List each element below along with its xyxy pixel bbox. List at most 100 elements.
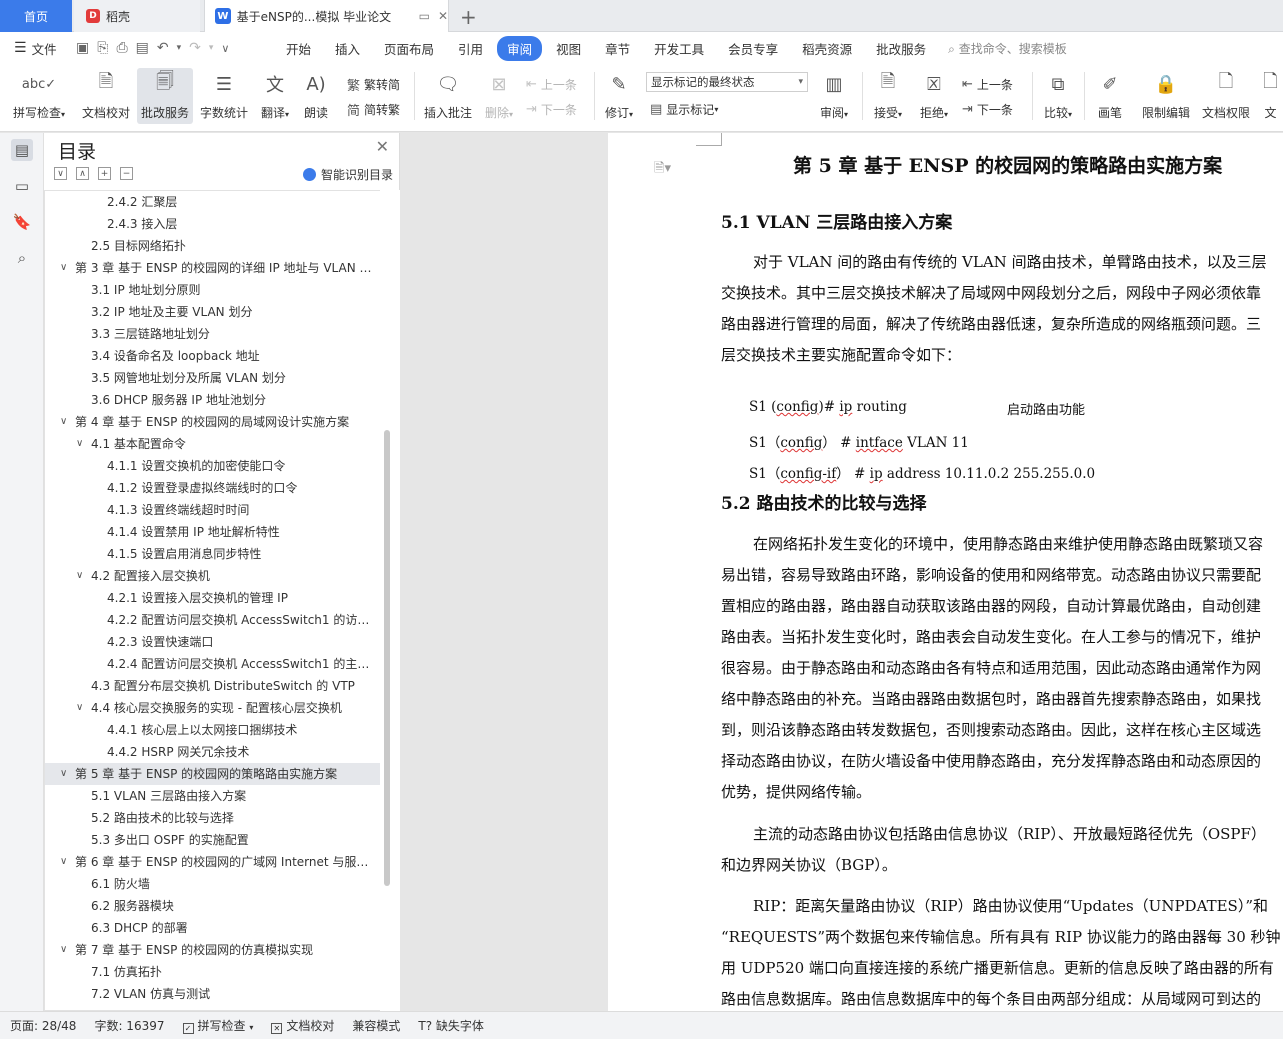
menu-references[interactable]: 引用 [448,36,493,61]
menu-view[interactable]: 视图 [546,36,591,61]
export-icon[interactable]: ⎘ [97,40,108,56]
accept-button[interactable]: 🗎 接受▾ [868,68,908,124]
toc-item[interactable]: 4.2.2 配置访问层交换机 AccessSwitch1 的访问… [45,609,380,631]
chapter-nav-icon[interactable]: ▭ [11,175,33,197]
delete-comment-button[interactable]: ⊠ 删除▾ [480,68,518,124]
toc-item[interactable]: 3.1 IP 地址划分原则 [45,279,380,301]
proof-status[interactable]: ✕ 文档校对 [271,1017,334,1034]
tab-daoke[interactable]: D 稻壳 [74,0,200,32]
redo-dropdown-icon[interactable]: ▾ [209,43,214,53]
chevron-down-icon[interactable]: ∨ [76,565,83,587]
review-pane-button[interactable]: ▥ 审阅▾ [814,68,854,124]
menu-review[interactable]: 审阅 [497,35,543,61]
toc-item[interactable]: ∨ 4.2 配置接入层交换机 [45,565,380,587]
translate-button[interactable]: 文 翻译▾ [256,68,294,124]
toc-item[interactable]: 3.4 设备命名及 loopback 地址 [45,345,380,367]
pen-button[interactable]: ✐ 画笔 [1090,68,1130,124]
toc-item[interactable]: 4.1.5 设置启用消息同步特性 [45,543,380,565]
to-simplified-button[interactable]: 简简转繁 [347,99,400,119]
toc-item[interactable]: 6.3 DHCP 的部署 [45,917,380,939]
prev-comment-button[interactable]: ⇤ 上一条 [526,74,577,94]
toc-item[interactable]: 4.1.4 设置禁用 IP 地址解析特性 [45,521,380,543]
toc-item[interactable]: 3.3 三层链路地址划分 [45,323,380,345]
next-comment-button[interactable]: ⇥ 下一条 [526,99,577,119]
missing-font-status[interactable]: T? 缺失字体 [418,1017,484,1034]
compat-mode[interactable]: 兼容模式 [352,1017,400,1034]
restrict-edit-button[interactable]: 🔒 限制编辑 [1138,68,1194,124]
more-icon[interactable]: ∨ [221,42,229,55]
add-level-icon[interactable]: + [98,167,111,180]
read-aloud-button[interactable]: A) 朗读 [298,68,334,124]
toc-item[interactable]: 4.3 配置分布层交换机 DistributeSwitch 的 VTP [45,675,380,697]
toc-item[interactable]: 4.2.4 配置访问层交换机 AccessSwitch1 的主干… [45,653,380,675]
toc-item[interactable]: ∨ 第 3 章 基于 ENSP 的校园网的详细 IP 地址与 VLAN … [45,257,380,279]
toc-item[interactable]: 6.1 防火墙 [45,873,380,895]
menu-member[interactable]: 会员专享 [718,36,788,61]
document-page[interactable]: 🗎▾ 第 5 章 基于 ENSP 的校园网的策略路由实施方案 5.1 VLAN … [608,133,1283,1011]
correction-service-button[interactable]: 🗐 批改服务 [137,68,193,124]
toc-item[interactable]: 4.2.1 设置接入层交换机的管理 IP [45,587,380,609]
toc-item[interactable]: 2.4.2 汇聚层 [45,191,380,213]
chevron-down-icon[interactable]: ∨ [60,411,67,433]
toc-item[interactable]: 5.2 路由技术的比较与选择 [45,807,380,829]
paragraph-mark-icon[interactable]: 🗎▾ [654,159,671,181]
word-count-button[interactable]: ☰ 字数统计 [197,68,251,124]
toc-item[interactable]: 4.4.1 核心层上以太网接口捆绑技术 [45,719,380,741]
redo-icon[interactable]: ↷ [189,40,201,56]
preview-icon[interactable]: ▤ [136,40,149,56]
toc-item[interactable]: ∨ 第 5 章 基于 ENSP 的校园网的策略路由实施方案 [45,763,380,785]
tab-home[interactable]: 首页 [0,0,72,32]
toc-item[interactable]: 5.1 VLAN 三层路由接入方案 [45,785,380,807]
chevron-down-icon[interactable]: ∨ [60,851,67,873]
toc-item[interactable]: 3.2 IP 地址及主要 VLAN 划分 [45,301,380,323]
close-icon[interactable]: ✕ [376,137,389,156]
to-traditional-button[interactable]: 繁繁转简 [347,74,400,94]
chevron-down-icon[interactable]: ∨ [60,763,67,785]
spell-check-button[interactable]: abc✓ 拼写检查▾ [8,68,70,124]
toc-item[interactable]: 3.6 DHCP 服务器 IP 地址池划分 [45,389,380,411]
tab-float-icon[interactable]: ▭ [419,9,430,23]
toc-item[interactable]: 3.5 网管地址划分及所属 VLAN 划分 [45,367,380,389]
toc-item[interactable]: 7.2 VLAN 仿真与测试 [45,983,380,1005]
doc-cut-button[interactable]: 🗋 文 [1258,68,1283,124]
insert-comment-button[interactable]: 🗨 插入批注 [420,68,476,124]
menu-start[interactable]: 开始 [276,36,321,61]
save-icon[interactable]: ▣ [76,40,89,56]
display-mode-select[interactable]: 显示标记的最终状态 ▾ [646,72,808,92]
toc-item[interactable]: ∨ 4.4 核心层交换服务的实现 - 配置核心层交换机 [45,697,380,719]
menu-developer[interactable]: 开发工具 [644,36,714,61]
track-changes-button[interactable]: ✎ 修订▾ [600,68,638,124]
find-icon[interactable]: ⌕ [11,247,33,269]
page-indicator[interactable]: 页面: 28/48 [10,1017,76,1034]
print-icon[interactable]: ⎙ [116,40,127,56]
menu-daoke-resources[interactable]: 稻壳资源 [792,36,862,61]
doc-check-button[interactable]: 🗎 文档校对 [78,68,134,124]
reject-button[interactable]: 🗵 拒绝▾ [914,68,954,124]
toc-item[interactable]: 4.1.1 设置交换机的加密使能口令 [45,455,380,477]
word-count-indicator[interactable]: 字数: 16397 [94,1017,164,1034]
toc-item[interactable]: ∨ 4.1 基本配置命令 [45,433,380,455]
toc-item[interactable]: 4.2.3 设置快速端口 [45,631,380,653]
menu-chapter[interactable]: 章节 [595,36,640,61]
chevron-down-icon[interactable]: ∨ [76,433,83,455]
show-markup-button[interactable]: ▤ 显示标记 ▾ [650,99,718,119]
toc-item[interactable]: 5.3 多出口 OSPF 的实施配置 [45,829,380,851]
toc-item[interactable]: 2.4.3 接入层 [45,213,380,235]
expand-up-icon[interactable]: ∧ [76,167,89,180]
toc-item[interactable]: ∨ 第 7 章 基于 ENSP 的校园网的仿真模拟实现 [45,939,380,961]
new-tab-plus-icon[interactable]: + [460,5,477,29]
undo-dropdown-icon[interactable]: ▾ [177,43,182,53]
command-search[interactable]: ⌕ 查找命令、搜索模板 [948,40,1067,57]
toc-panel-icon[interactable]: ▤ [11,139,33,161]
toc-item[interactable]: ∨ 第 6 章 基于 ENSP 的校园网的广域网 Internet 与服… [45,851,380,873]
chevron-down-icon[interactable]: ∨ [60,939,67,961]
chevron-down-icon[interactable]: ∨ [60,257,67,279]
menu-insert[interactable]: 插入 [325,36,370,61]
chevron-down-icon[interactable]: ∨ [76,697,83,719]
toc-scrollbar-thumb[interactable] [384,430,390,886]
toc-item[interactable]: 4.1.2 设置登录虚拟终端线时的口令 [45,477,380,499]
undo-icon[interactable]: ↶ [157,40,169,56]
tab-close-icon[interactable]: ✕ [438,9,448,23]
menu-correction[interactable]: 批改服务 [866,36,936,61]
toc-item[interactable]: 4.1.3 设置终端线超时时间 [45,499,380,521]
